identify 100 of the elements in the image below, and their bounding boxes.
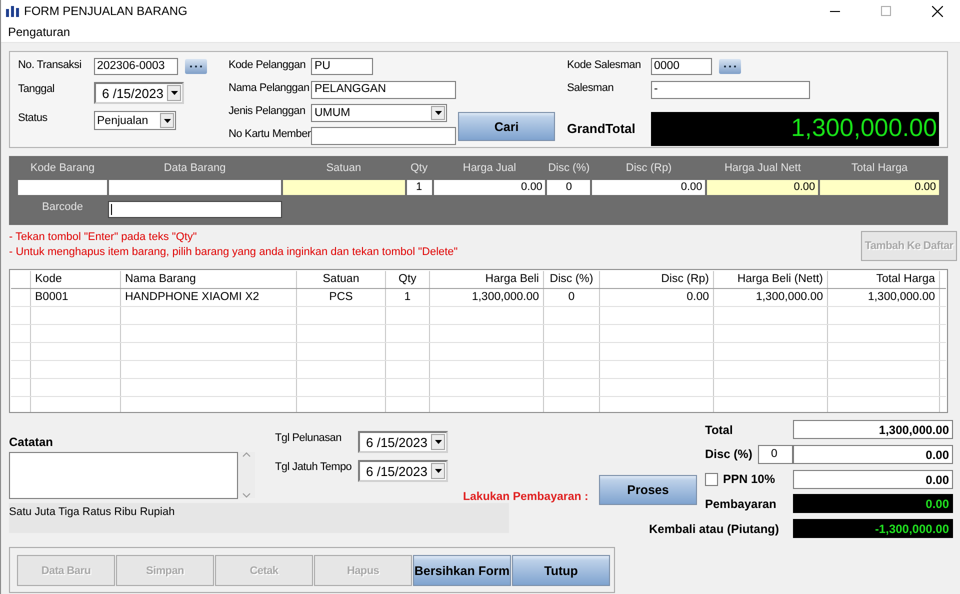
scroll-down-icon[interactable]: [242, 493, 251, 498]
table-cell: 1,300,000.00: [714, 289, 828, 306]
scroll-up-icon[interactable]: [242, 452, 251, 457]
column-label: Harga Jual: [462, 162, 518, 176]
tax-label: PPN 10%: [723, 471, 776, 488]
caret-icon: [434, 469, 442, 473]
tax-field: 0.00: [793, 470, 953, 489]
table-cell: PCS: [297, 289, 386, 306]
column-header[interactable]: Kode: [31, 271, 121, 288]
grand-total-label: GrandTotal: [567, 120, 636, 136]
field-label: Jenis Pelanggan: [228, 104, 306, 117]
grand-total-display: 1,300,000.00: [651, 112, 939, 146]
window-title: FORM PENJUALAN BARANG: [24, 4, 188, 18]
status-dropdown[interactable]: Penjualan: [94, 111, 176, 130]
customer-type-dropdown[interactable]: UMUM: [311, 104, 448, 122]
column-label: Qty: [410, 162, 429, 176]
column-header[interactable]: Harga Beli: [430, 271, 544, 288]
column-header[interactable]: Qty: [386, 271, 430, 288]
transaction-number-field[interactable]: 202306-0003: [94, 58, 178, 75]
action-button[interactable]: Bersihkan Form: [413, 555, 511, 586]
payment-prompt: Lakukan Pembayaran :: [463, 491, 588, 503]
notes-field[interactable]: [9, 452, 238, 499]
menu-item[interactable]: Pengaturan: [8, 25, 70, 39]
discount-label: Disc (%): [705, 446, 752, 464]
barcode-label: Barcode: [41, 201, 84, 213]
field-label: Kode Salesman: [567, 58, 642, 71]
ellipsis-icon: [189, 65, 203, 68]
column-header[interactable]: Harga Beli (Nett): [714, 271, 828, 288]
notes-label: Catatan: [9, 435, 54, 449]
browse-button[interactable]: [185, 59, 207, 74]
date-picker[interactable]: 6 /15/2023: [94, 82, 184, 104]
payment-label: Pembayaran: [705, 496, 778, 513]
column-header[interactable]: Total Harga: [828, 271, 940, 288]
text-cursor: [111, 204, 112, 215]
caret-icon: [434, 440, 442, 444]
total-field: 1,300,000.00: [793, 420, 953, 439]
column-label: Data Barang: [162, 162, 227, 176]
scrollbar[interactable]: [238, 452, 255, 498]
table-cell: 1: [386, 289, 430, 306]
entry-field[interactable]: 0.00: [819, 179, 940, 196]
field-label: No. Transaksi: [18, 58, 82, 71]
entry-field[interactable]: [108, 179, 282, 196]
column-label: Total Harga: [850, 162, 909, 176]
entry-field[interactable]: [282, 179, 406, 196]
field-label: Salesman: [567, 81, 615, 94]
entry-field[interactable]: 0.00: [432, 179, 546, 196]
search-button[interactable]: Cari: [458, 112, 556, 141]
column-header[interactable]: Disc (Rp): [600, 271, 714, 288]
caret-icon: [170, 91, 178, 95]
amount-in-words: Satu Juta Tiga Ratus Ribu Rupiah: [9, 503, 509, 533]
caret-icon: [164, 118, 170, 122]
discount-percent-field[interactable]: 0: [758, 444, 793, 464]
column-label: Harga Jual Nett: [723, 162, 802, 176]
table-cell: 1,300,000.00: [430, 289, 544, 306]
entry-field[interactable]: [17, 179, 108, 196]
caret-icon: [434, 111, 442, 115]
table-cell: 1,300,000.00: [828, 289, 940, 306]
field-label: Tgl Jatuh Tempo: [275, 460, 353, 475]
payment-display: 0.00: [793, 494, 953, 514]
column-header[interactable]: Disc (%): [544, 271, 600, 288]
total-label: Total: [705, 422, 734, 438]
customer-name-field[interactable]: PELANGGAN: [311, 81, 456, 99]
change-display: -1,300,000.00: [793, 519, 953, 538]
ellipsis-icon: [723, 65, 737, 68]
member-card-field[interactable]: [311, 127, 456, 145]
instruction-text: - Tekan tombol "Enter" pada teks "Qty": [9, 231, 198, 243]
field-label: No Kartu Member: [228, 127, 312, 140]
app-icon: [6, 5, 19, 17]
customer-code-field[interactable]: PU: [311, 58, 374, 75]
date-picker[interactable]: 6 /15/2023: [358, 460, 448, 482]
tax-checkbox[interactable]: [705, 472, 718, 486]
column-header[interactable]: Satuan: [297, 271, 386, 288]
salesman-code-field[interactable]: 0000: [651, 58, 712, 75]
close-icon: [932, 6, 942, 16]
process-button[interactable]: Proses: [599, 475, 697, 505]
entry-field[interactable]: 0.00: [706, 179, 820, 196]
minimize-icon: [830, 10, 840, 12]
column-label: Disc (%): [547, 162, 591, 176]
table-cell: B0001: [31, 289, 121, 306]
column-header[interactable]: Nama Barang: [121, 271, 297, 288]
table-cell: 0.00: [600, 289, 714, 306]
field-label: Tanggal: [18, 82, 56, 95]
barcode-field[interactable]: [108, 201, 282, 218]
date-picker[interactable]: 6 /15/2023: [358, 431, 448, 453]
column-label: Disc (Rp): [624, 162, 673, 176]
action-button[interactable]: Tutup: [512, 555, 610, 586]
maximize-icon: [881, 6, 891, 16]
field-label: Tgl Pelunasan: [275, 431, 342, 446]
column-label: Satuan: [325, 162, 362, 176]
table-cell: HANDPHONE XIAOMI X2: [121, 289, 297, 306]
entry-field[interactable]: 1: [406, 179, 433, 196]
table-cell: 0: [544, 289, 600, 306]
field-label: Nama Pelanggan: [228, 81, 310, 94]
discount-field: 0.00: [793, 444, 953, 464]
entry-field[interactable]: 0.00: [591, 179, 706, 196]
salesman-name-field[interactable]: -: [651, 81, 810, 99]
browse-button[interactable]: [719, 59, 741, 74]
entry-field[interactable]: 0: [546, 179, 592, 196]
field-label: Status: [18, 111, 48, 124]
instruction-text: - Untuk menghapus item barang, pilih barang yang anda inginkan dan tekan tombol "Delete": [9, 246, 458, 258]
